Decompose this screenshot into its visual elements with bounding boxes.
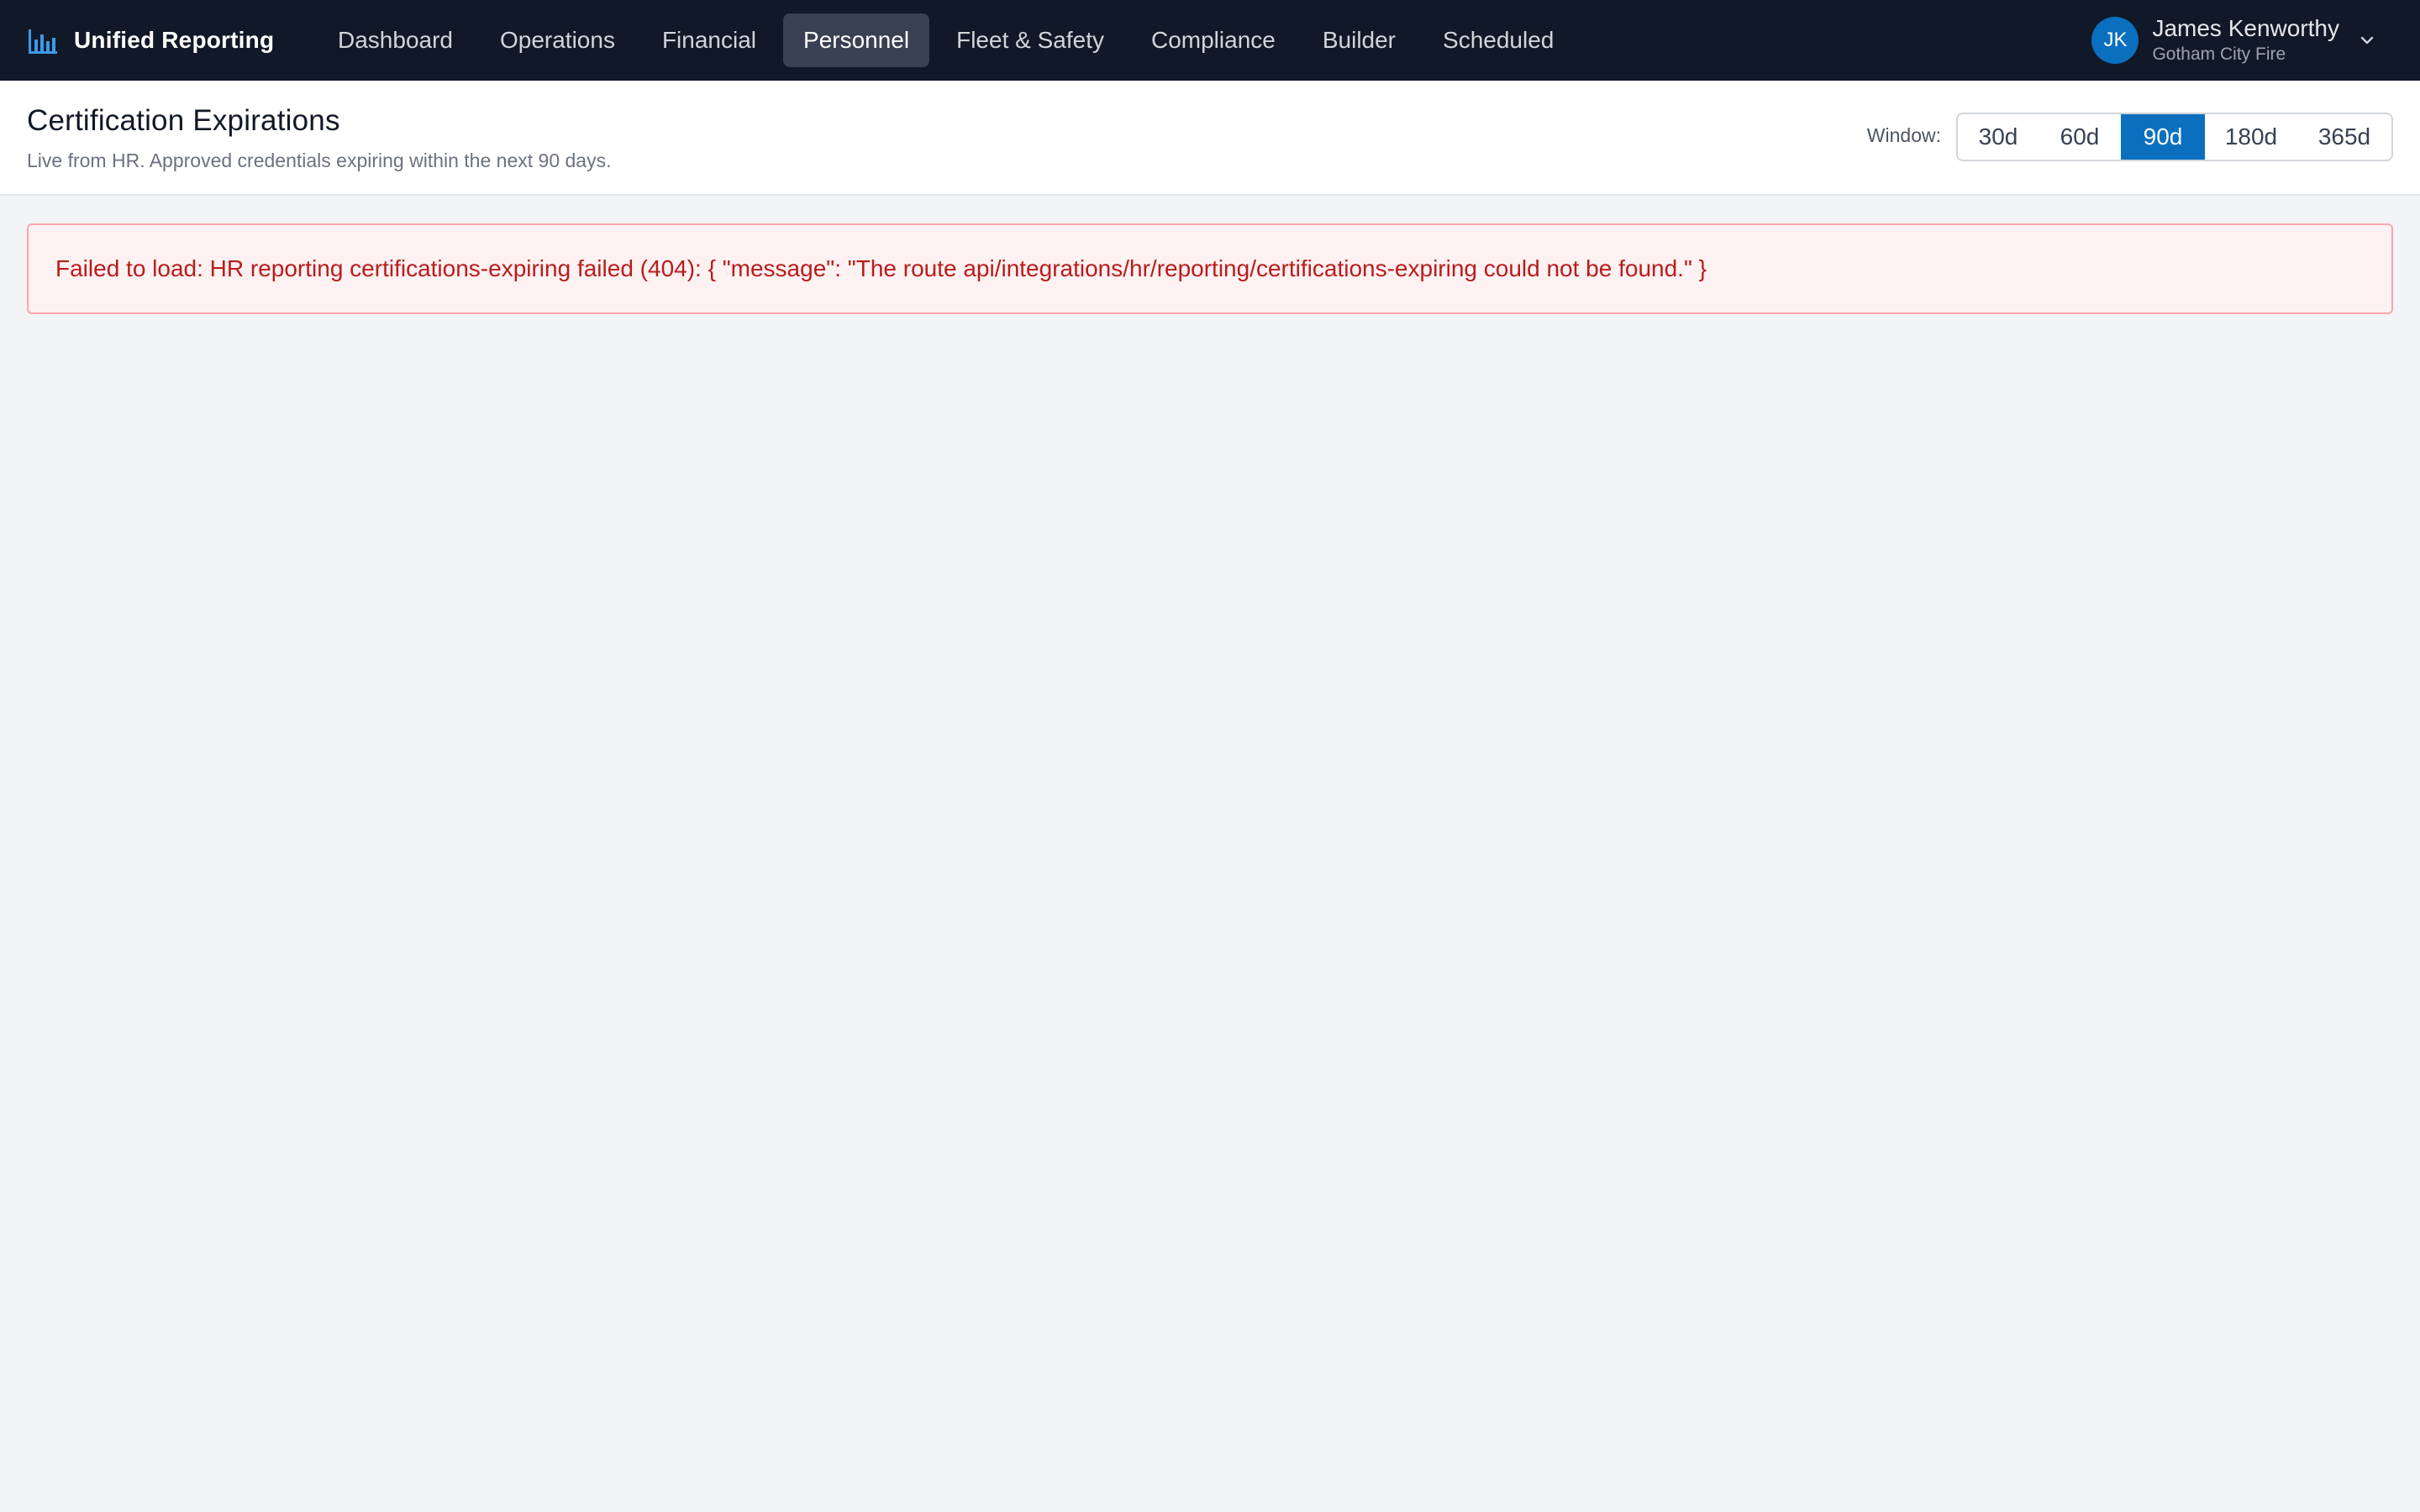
error-message: Failed to load: HR reporting certificati… bbox=[55, 255, 1707, 281]
window-option-365d[interactable]: 365d bbox=[2297, 114, 2391, 160]
window-selector: 30d 60d 90d 180d 365d bbox=[1956, 113, 2393, 161]
chevron-down-icon bbox=[2360, 36, 2374, 45]
window-option-180d[interactable]: 180d bbox=[2205, 114, 2297, 160]
bar-chart-icon bbox=[29, 29, 57, 54]
user-menu[interactable]: JK James Kenworthy Gotham City Fire bbox=[2091, 0, 2375, 81]
avatar: JK bbox=[2091, 17, 2139, 64]
user-info: James Kenworthy Gotham City Fire bbox=[2152, 14, 2339, 66]
page-title: Certification Expirations bbox=[27, 104, 340, 137]
nav-dashboard[interactable]: Dashboard bbox=[318, 13, 473, 67]
window-option-90d[interactable]: 90d bbox=[2121, 114, 2205, 160]
window-option-30d[interactable]: 30d bbox=[1958, 114, 2039, 160]
user-name: James Kenworthy bbox=[2152, 15, 2339, 41]
main-nav: Dashboard Operations Financial Personnel… bbox=[318, 13, 1581, 67]
brand[interactable]: Unified Reporting bbox=[27, 0, 274, 81]
user-org: Gotham City Fire bbox=[2152, 45, 2286, 64]
nav-personnel[interactable]: Personnel bbox=[783, 13, 930, 67]
page-subtitle: Live from HR. Approved credentials expir… bbox=[27, 150, 612, 171]
top-navbar: Unified Reporting Dashboard Operations F… bbox=[0, 0, 2420, 81]
error-alert: Failed to load: HR reporting certificati… bbox=[27, 223, 2393, 314]
nav-compliance[interactable]: Compliance bbox=[1131, 13, 1296, 67]
window-label: Window: bbox=[1866, 124, 1941, 146]
nav-fleet-safety[interactable]: Fleet & Safety bbox=[936, 13, 1124, 67]
app-name: Unified Reporting bbox=[74, 27, 275, 53]
nav-operations[interactable]: Operations bbox=[480, 13, 635, 67]
window-option-60d[interactable]: 60d bbox=[2039, 114, 2121, 160]
page-header: Certification Expirations Live from HR. … bbox=[0, 81, 2420, 196]
nav-financial[interactable]: Financial bbox=[642, 13, 776, 67]
nav-scheduled[interactable]: Scheduled bbox=[1423, 13, 1574, 67]
nav-builder[interactable]: Builder bbox=[1302, 13, 1416, 67]
